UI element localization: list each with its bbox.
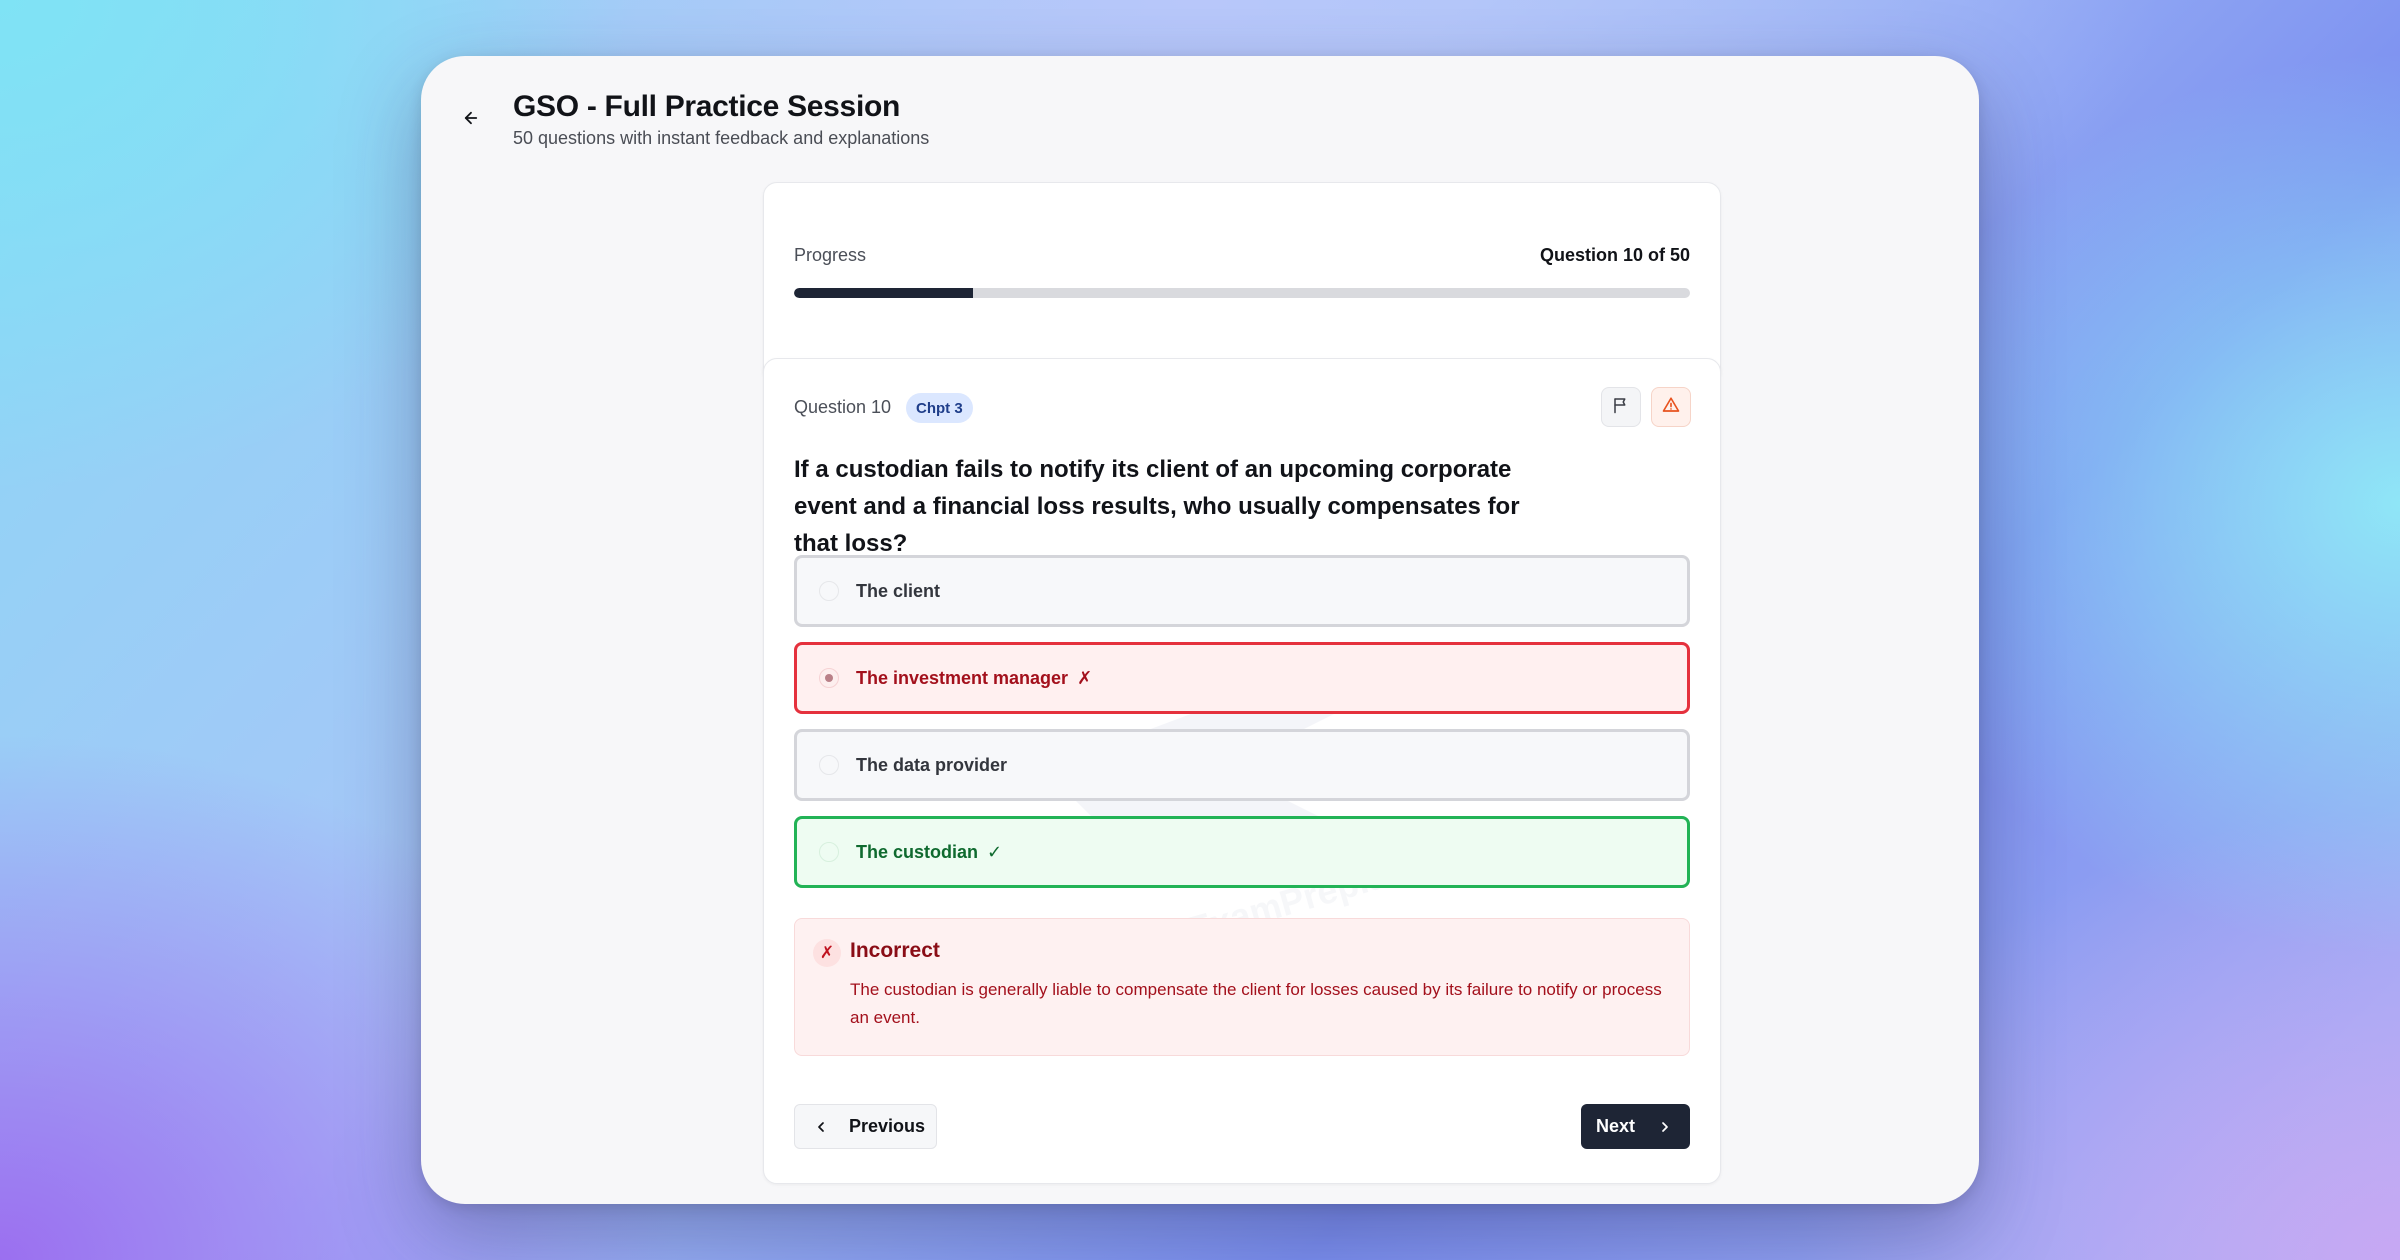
- answer-option-label: The custodian: [856, 841, 979, 862]
- answer-option-correct[interactable]: The custodian ✓: [794, 816, 1690, 888]
- answer-option-label: The client: [856, 580, 941, 601]
- page-header: GSO - Full Practice Session 50 questions…: [421, 56, 1979, 176]
- check-mark-icon: ✓: [987, 841, 1003, 862]
- progress-fill: [794, 288, 974, 298]
- report-issue-button[interactable]: [1651, 387, 1691, 427]
- progress-label: Progress: [794, 245, 867, 265]
- flag-question-button[interactable]: [1601, 387, 1641, 427]
- progress-card: Progress Question 10 of 50: [763, 182, 1721, 384]
- answer-option-label: The investment manager: [856, 667, 1069, 688]
- arrow-left-icon: [462, 109, 480, 132]
- radio-icon: [819, 581, 839, 601]
- answer-option[interactable]: The data provider: [794, 729, 1690, 801]
- next-button[interactable]: Next: [1581, 1104, 1690, 1149]
- feedback-explanation: The custodian is generally liable to com…: [850, 980, 1662, 1027]
- alert-triangle-icon: [1662, 396, 1680, 419]
- feedback-title: Incorrect: [850, 939, 940, 962]
- radio-selected-icon: [819, 668, 839, 688]
- next-button-label: Next: [1596, 1116, 1636, 1136]
- page-title: GSO - Full Practice Session: [513, 90, 901, 123]
- previous-button-label: Previous: [849, 1116, 926, 1136]
- chevron-right-icon: [1657, 1119, 1673, 1135]
- answer-option[interactable]: The client: [794, 555, 1690, 627]
- cross-mark-icon: ✗: [1077, 667, 1093, 688]
- page-subtitle: 50 questions with instant feedback and e…: [513, 128, 930, 148]
- question-card: ExamPrep.ae Question 10 Chpt 3 If a cust…: [763, 358, 1721, 1184]
- incorrect-icon: ✗: [813, 939, 841, 967]
- radio-icon: [819, 842, 839, 862]
- feedback-panel: ✗ Incorrect The custodian is generally l…: [794, 918, 1690, 1056]
- app-window: GSO - Full Practice Session 50 questions…: [421, 56, 1979, 1204]
- radio-icon: [819, 755, 839, 775]
- progress-bar: [794, 288, 1690, 298]
- answer-option-selected-incorrect[interactable]: The investment manager ✗: [794, 642, 1690, 714]
- progress-count: Question 10 of 50: [1539, 245, 1690, 265]
- back-button[interactable]: [451, 100, 491, 140]
- chapter-badge: Chpt 3: [906, 393, 973, 423]
- flag-icon: [1612, 396, 1630, 419]
- answer-option-label: The data provider: [856, 754, 1008, 775]
- previous-button[interactable]: Previous: [794, 1104, 937, 1149]
- question-number: Question 10: [794, 397, 892, 417]
- question-text: If a custodian fails to notify its clien…: [794, 456, 1520, 557]
- chevron-left-icon: [813, 1119, 829, 1135]
